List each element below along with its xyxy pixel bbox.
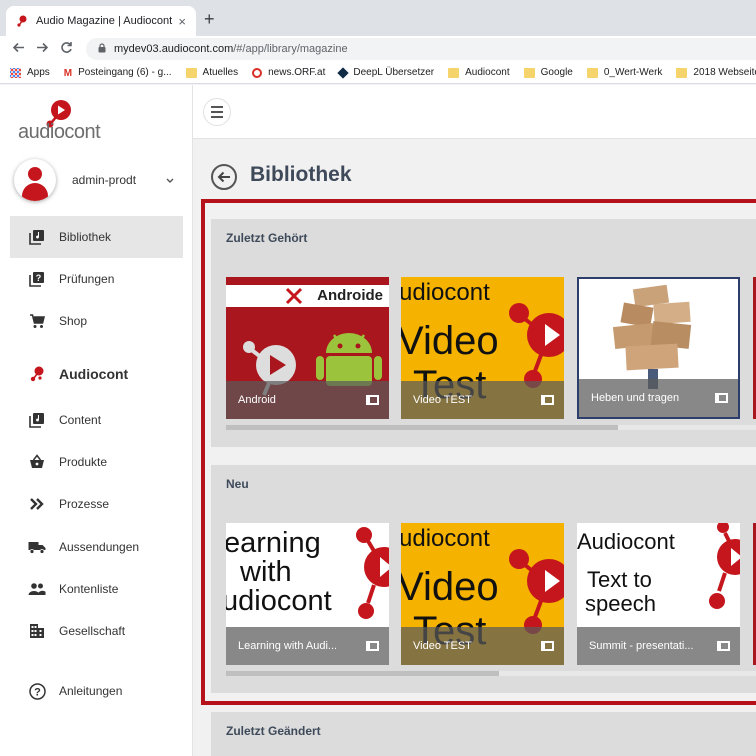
bookmarks-bar: Apps M Posteingang (6) - g... Atuelles ne… <box>0 62 756 84</box>
audiocont-logo[interactable]: audiocont <box>18 99 108 143</box>
bookmark-item[interactable]: Apps <box>10 67 50 78</box>
people-icon <box>28 580 46 598</box>
browser-toolbar: mydev03.audiocont.com/#/app/library/maga… <box>0 36 756 62</box>
forward-arrow-icon[interactable] <box>30 41 54 57</box>
user-name: admin-prodt <box>72 173 137 187</box>
tab-close-icon[interactable]: × <box>178 14 186 29</box>
basket-icon <box>28 453 46 471</box>
audiocont-logo-icon <box>28 365 46 383</box>
sidebar-item-pruefungen[interactable]: ? Prüfungen <box>10 258 183 300</box>
main-content: Bibliothek Zuletzt Gehört Androide Andro… <box>193 85 756 756</box>
sidebar-item-aussendungen[interactable]: Aussendungen <box>10 526 183 568</box>
bookmark-item[interactable]: 2018 Webseite Too <box>676 67 756 78</box>
svg-text:?: ? <box>34 686 41 698</box>
svg-text:?: ? <box>36 273 42 283</box>
building-icon <box>28 622 46 640</box>
help-circle-icon: ? <box>28 682 46 700</box>
new-tab-button[interactable]: + <box>204 10 215 28</box>
folder-icon <box>676 67 688 78</box>
url-host: mydev03.audiocont.com <box>114 43 234 55</box>
bookmark-item[interactable]: M Posteingang (6) - g... <box>63 67 172 79</box>
bookmark-item[interactable]: Atuelles <box>185 67 238 78</box>
sidebar-item-content[interactable]: Content <box>10 399 183 441</box>
folder-icon <box>523 67 535 78</box>
truck-icon <box>28 538 46 556</box>
page-title: Bibliothek <box>250 163 352 186</box>
app-sidebar: audiocont admin-prodt Bibliothek ? Prüfu… <box>0 85 193 756</box>
sidebar-item-anleitungen[interactable]: ? Anleitungen <box>10 670 183 712</box>
back-arrow-icon[interactable] <box>6 41 30 57</box>
logo-text: audiocont <box>18 121 101 143</box>
bookmark-item[interactable]: DeepL Übersetzer <box>337 66 434 79</box>
sidebar-item-shop[interactable]: Shop <box>10 300 183 342</box>
library-icon <box>28 228 46 246</box>
sidebar-item-prozesse[interactable]: Prozesse <box>10 483 183 525</box>
hamburger-menu-button[interactable] <box>203 98 231 126</box>
sidebar-item-produkte[interactable]: Produkte <box>10 441 183 483</box>
bookmark-item[interactable]: Audiocont <box>448 67 510 78</box>
content-library-icon <box>28 411 46 429</box>
lock-icon <box>98 43 106 55</box>
bookmark-item[interactable]: 0_Wert-Werk <box>586 67 662 78</box>
back-arrow-icon <box>217 171 230 183</box>
sidebar-section-audiocont: Audiocont <box>10 353 183 395</box>
sidebar-item-bibliothek[interactable]: Bibliothek <box>10 216 183 258</box>
app-topbar <box>193 85 756 139</box>
sidebar-item-kontenliste[interactable]: Kontenliste <box>10 568 183 610</box>
orf-icon <box>252 67 263 78</box>
deepl-icon <box>337 66 350 79</box>
cart-icon <box>28 312 46 330</box>
avatar <box>14 159 56 201</box>
url-path: /#/app/library/magazine <box>233 43 348 55</box>
highlight-frame <box>201 199 756 705</box>
sidebar-item-gesellschaft[interactable]: Gesellschaft <box>10 610 183 652</box>
gmail-icon: M <box>63 67 73 79</box>
apps-grid-icon <box>10 67 21 78</box>
page-icon <box>448 67 460 78</box>
chevron-down-icon <box>166 175 174 186</box>
shelf-title: Zuletzt Geändert <box>226 724 321 738</box>
address-bar[interactable]: mydev03.audiocont.com/#/app/library/maga… <box>86 38 756 60</box>
folder-icon <box>586 67 598 78</box>
bookmark-item[interactable]: news.ORF.at <box>252 67 325 78</box>
shelf-zuletzt-geaendert: Zuletzt Geändert <box>211 712 756 756</box>
double-chevron-icon <box>28 495 46 513</box>
bookmark-item[interactable]: Google <box>523 67 573 78</box>
back-button[interactable] <box>211 164 237 190</box>
browser-tab[interactable]: Audio Magazine | Audiocont × <box>6 6 196 36</box>
user-menu[interactable]: admin-prodt <box>14 159 184 201</box>
tab-title: Audio Magazine | Audiocont <box>36 15 173 27</box>
browser-tabstrip: Audio Magazine | Audiocont × + <box>0 0 756 36</box>
audiocont-favicon-icon <box>16 15 28 27</box>
folder-icon <box>185 67 197 78</box>
quiz-icon: ? <box>28 270 46 288</box>
reload-icon[interactable] <box>54 41 78 57</box>
